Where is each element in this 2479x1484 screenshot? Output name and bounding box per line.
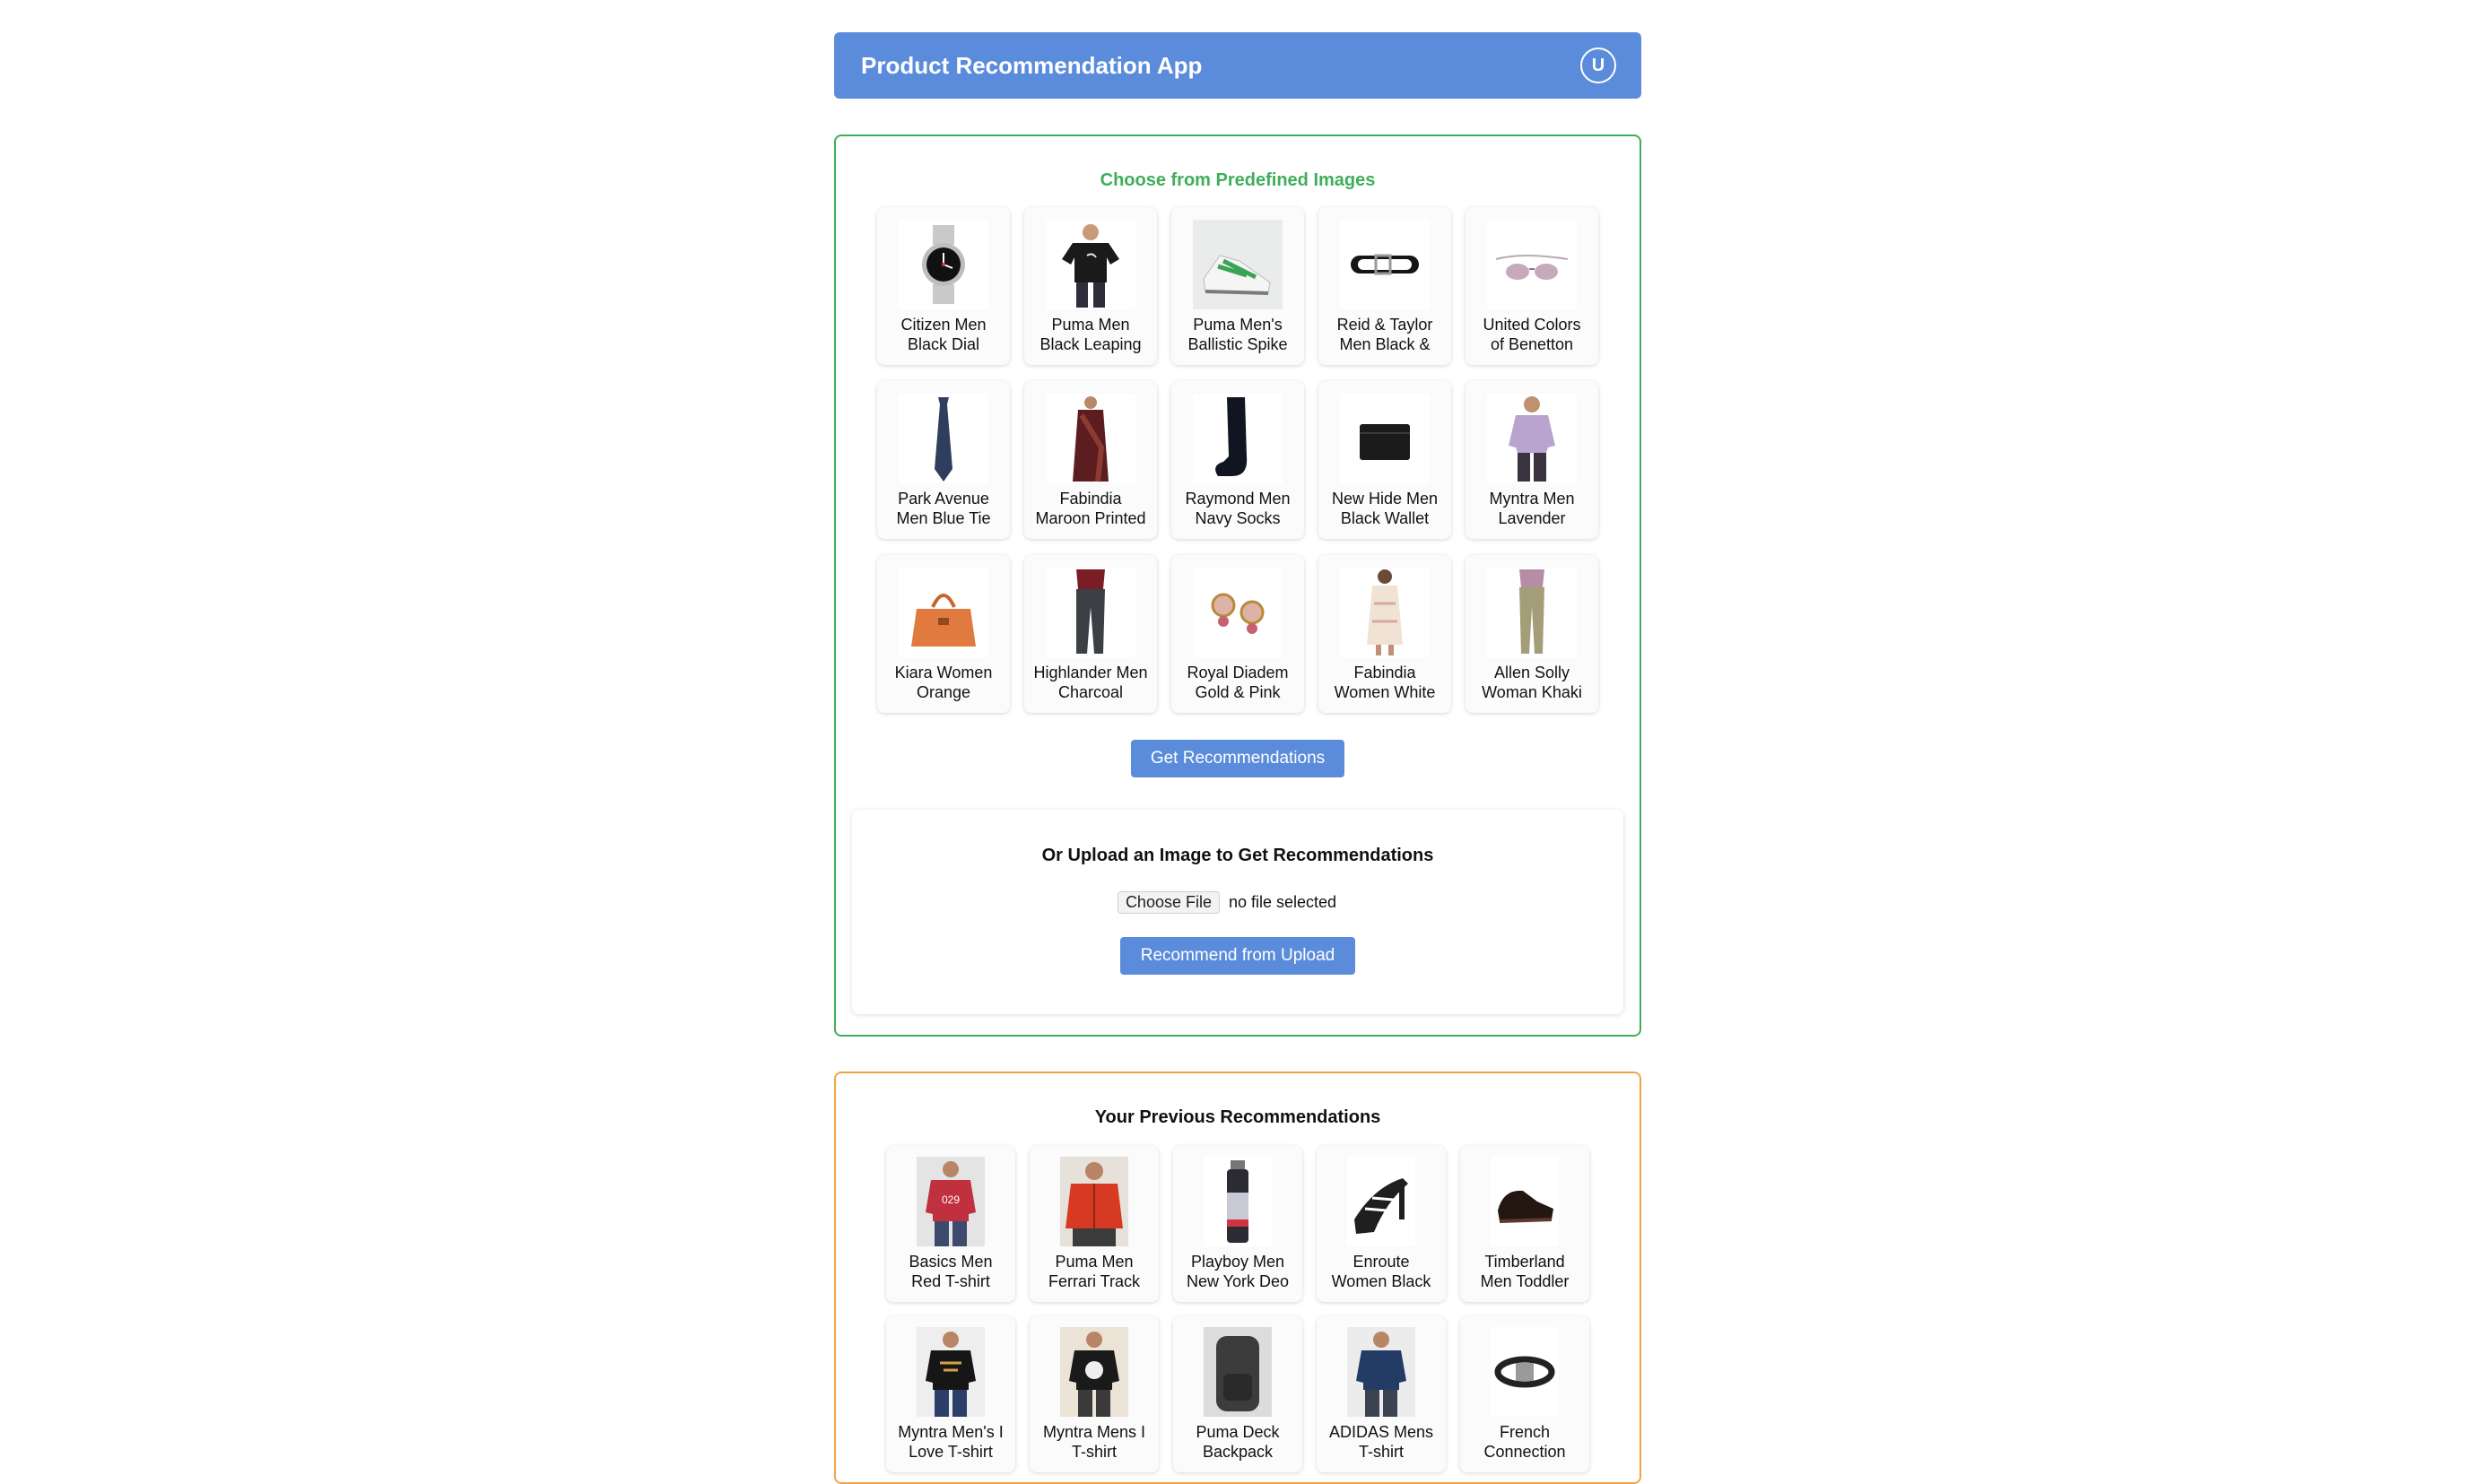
product-card[interactable]: Enroute Women Black Sandals <box>1317 1146 1446 1302</box>
handbag-image <box>899 568 988 657</box>
get-recommendations-button[interactable]: Get Recommendations <box>1131 740 1344 777</box>
black-tshirt-image <box>917 1327 985 1417</box>
recommend-from-upload-button[interactable]: Recommend from Upload <box>1120 937 1355 975</box>
product-card[interactable]: Puma Men Ferrari Track Jacket <box>1030 1146 1159 1302</box>
backpack-image <box>1204 1327 1272 1417</box>
product-card[interactable]: Highlander Men Charcoal Chinos <box>1024 555 1157 713</box>
app-title: Product Recommendation App <box>861 51 1203 79</box>
product-label: Playboy Men New York Deo <box>1186 1253 1290 1290</box>
earrings-image <box>1193 568 1283 657</box>
predefined-panel: Choose from Predefined Images Citizen Me… <box>834 135 1641 1037</box>
product-card[interactable]: New Hide Men Black Wallet <box>1318 381 1451 539</box>
product-label: Myntra Mens I T-shirt <box>1042 1423 1146 1461</box>
product-card[interactable]: Citizen Men Black Dial Watch <box>877 207 1010 365</box>
product-label: Enroute Women Black Sandals <box>1331 1253 1431 1290</box>
file-status-text: no file selected <box>1228 893 1337 911</box>
product-label: Reid & Taylor Men Black & Brown <box>1336 316 1433 353</box>
product-card[interactable]: Fabindia Maroon Printed Nodal <box>1024 381 1157 539</box>
product-card[interactable]: Raymond Men Navy Socks <box>1171 381 1304 539</box>
predefined-title: Choose from Predefined Images <box>1100 170 1376 190</box>
product-card[interactable]: Fabindia Women White Printed Kurta <box>1318 555 1451 713</box>
deo-image <box>1204 1157 1272 1246</box>
product-label: Highlander Men Charcoal Chinos <box>1033 664 1148 701</box>
sneaker-image <box>1193 220 1283 309</box>
red-jacket-image <box>1060 1157 1128 1246</box>
product-label: Citizen Men Black Dial Watch <box>900 316 987 353</box>
product-card[interactable]: United Colors of Benetton Men Sunglasses <box>1466 207 1598 365</box>
kurta-image <box>1340 568 1430 657</box>
product-label: Basics Men Red T-shirt <box>909 1253 993 1290</box>
shirt-image <box>1487 394 1577 483</box>
khaki-trousers-image <box>1487 568 1577 657</box>
product-label: French Connection Belt <box>1483 1423 1566 1461</box>
product-label: Puma Men's Ballistic Spike White Green <box>1187 316 1288 353</box>
product-card[interactable]: French Connection Belt <box>1460 1316 1589 1472</box>
product-label: Raymond Men Navy Socks <box>1185 490 1291 527</box>
sunglasses-image <box>1487 220 1577 309</box>
belt-image <box>1340 220 1430 309</box>
product-label: Royal Diadem Gold & Pink Earrings <box>1187 664 1289 701</box>
wallet-image <box>1340 394 1430 483</box>
upload-section: Or Upload an Image to Get Recommendation… <box>852 810 1623 1014</box>
svg-text:029: 029 <box>942 1193 960 1206</box>
tshirt-image <box>1046 220 1135 309</box>
trousers-image <box>1046 568 1135 657</box>
product-card[interactable]: Myntra Men Lavender Striped Shirt <box>1466 381 1598 539</box>
product-card[interactable]: Myntra Mens I T-shirt <box>1030 1316 1159 1472</box>
product-label: Myntra Men's I Love T-shirt <box>898 1423 1004 1461</box>
watch-image <box>899 220 988 309</box>
choose-file-button[interactable]: Choose File <box>1117 891 1220 914</box>
product-card[interactable]: Royal Diadem Gold & Pink Earrings <box>1171 555 1304 713</box>
product-label: Park Avenue Men Blue Tie <box>896 490 991 527</box>
sandal-image <box>1347 1157 1415 1246</box>
product-card[interactable]: 029 Basics Men Red T-shirt <box>886 1146 1015 1302</box>
product-card[interactable]: ADIDAS Mens T-shirt <box>1317 1316 1446 1472</box>
product-card[interactable]: Myntra Men's I Love T-shirt <box>886 1316 1015 1472</box>
tie-image <box>899 394 988 483</box>
product-card[interactable]: Allen Solly Woman Khaki Trousers <box>1466 555 1598 713</box>
product-label: Timberland Men Toddler Shoes <box>1480 1253 1570 1290</box>
product-label: Kiara Women Orange Handbag <box>894 664 993 701</box>
product-card[interactable]: Puma Men Black Leaping Cat T-shirt <box>1024 207 1157 365</box>
product-label: Puma Deck Backpack <box>1196 1423 1280 1461</box>
product-card[interactable]: Playboy Men New York Deo <box>1173 1146 1302 1302</box>
product-label: United Colors of Benetton Men Sunglasses <box>1483 316 1581 353</box>
saree-image <box>1046 394 1135 483</box>
previous-panel: Your Previous Recommendations 029 Basics… <box>834 1072 1641 1484</box>
previous-title: Your Previous Recommendations <box>1094 1107 1381 1127</box>
red-tshirt-image: 029 <box>917 1157 985 1246</box>
skull-tshirt-image <box>1060 1327 1128 1417</box>
belt-buckle-image <box>1491 1327 1559 1417</box>
product-card[interactable]: Puma Deck Backpack <box>1173 1316 1302 1472</box>
predefined-grid: Citizen Men Black Dial Watch Puma Men Bl… <box>836 207 1640 713</box>
product-label: Myntra Men Lavender Striped Shirt <box>1489 490 1575 527</box>
product-label: Puma Men Ferrari Track Jacket <box>1048 1253 1140 1290</box>
product-card[interactable]: Reid & Taylor Men Black & Brown <box>1318 207 1451 365</box>
file-input-row: Choose File no file selected <box>831 891 1623 914</box>
shoe-image <box>1491 1157 1559 1246</box>
product-label: New Hide Men Black Wallet <box>1331 490 1439 527</box>
product-label: Fabindia Women White Printed Kurta <box>1334 664 1436 701</box>
socks-image <box>1193 394 1283 483</box>
product-card[interactable]: Park Avenue Men Blue Tie <box>877 381 1010 539</box>
product-label: Allen Solly Woman Khaki Trousers <box>1482 664 1582 701</box>
previous-grid: 029 Basics Men Red T-shirt Puma Men Ferr… <box>836 1146 1640 1472</box>
upload-title: Or Upload an Image to Get Recommendation… <box>1041 846 1434 865</box>
product-card[interactable]: Puma Men's Ballistic Spike White Green <box>1171 207 1304 365</box>
app-header: Product Recommendation App U <box>834 32 1641 99</box>
product-card[interactable]: Timberland Men Toddler Shoes <box>1460 1146 1589 1302</box>
navy-tshirt-image <box>1347 1327 1415 1417</box>
product-label: Fabindia Maroon Printed Nodal <box>1035 490 1146 527</box>
product-card[interactable]: Kiara Women Orange Handbag <box>877 555 1010 713</box>
product-label: Puma Men Black Leaping Cat T-shirt <box>1039 316 1142 353</box>
product-label: ADIDAS Mens T-shirt <box>1328 1423 1434 1461</box>
user-avatar[interactable]: U <box>1580 48 1616 83</box>
